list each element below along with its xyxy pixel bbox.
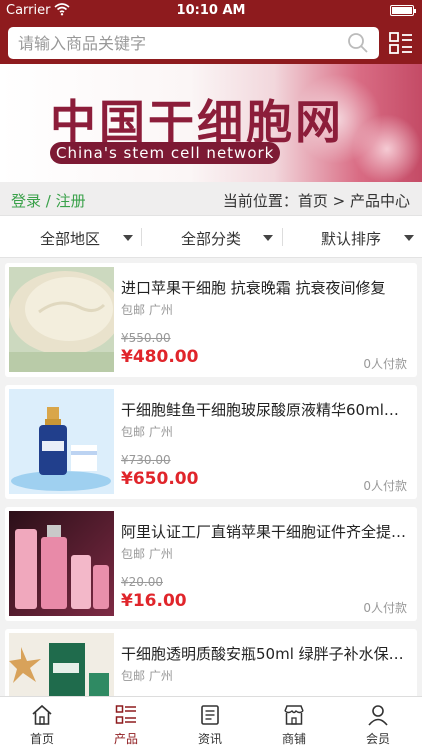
banner-decoration	[352, 114, 422, 182]
tab-news[interactable]: 资讯	[168, 697, 252, 750]
product-shipping: 包邮 广州	[121, 425, 173, 439]
bottom-tab-bar: 首页 产品 资讯 商铺 会员	[0, 696, 422, 750]
shop-icon	[284, 705, 304, 725]
category-menu-icon[interactable]	[388, 30, 414, 56]
filter-bar: 全部地区 全部分类 默认排序	[0, 216, 422, 258]
product-card[interactable]: 进口苹果干细胞 抗衰晚霜 抗衰夜间修复 包邮 广州 ¥550.00 ¥480.0…	[5, 263, 417, 377]
product-card[interactable]: 阿里认证工厂直销苹果干细胞证件齐全提… 包邮 广州 ¥20.00 ¥16.00 …	[5, 507, 417, 621]
product-sales-count: 0人付款	[363, 601, 407, 615]
tab-label: 商铺	[281, 732, 306, 746]
tab-label: 产品	[113, 732, 138, 746]
product-shipping: 包邮 广州	[121, 547, 173, 561]
product-title[interactable]: 进口苹果干细胞 抗衰晚霜 抗衰夜间修复	[121, 277, 409, 298]
product-sales-count: 0人付款	[363, 479, 407, 493]
tab-label: 会员	[365, 732, 390, 746]
product-card[interactable]: 干细胞鲑鱼干细胞玻尿酸原液精华60ml… 包邮 广州 ¥730.00 ¥650.…	[5, 385, 417, 499]
user-icon	[368, 705, 388, 726]
breadcrumb[interactable]: 当前位置：首页 > 产品中心	[223, 190, 410, 211]
tab-label: 资讯	[197, 732, 222, 746]
filter-sort[interactable]: 默认排序	[282, 216, 422, 258]
home-icon	[32, 704, 52, 725]
product-title[interactable]: 干细胞透明质酸安瓶50ml 绿胖子补水保…	[121, 643, 409, 664]
filter-label: 默认排序	[321, 230, 382, 248]
product-list[interactable]: 进口苹果干细胞 抗衰晚霜 抗衰夜间修复 包邮 广州 ¥550.00 ¥480.0…	[0, 259, 422, 696]
status-bar: Carrier 10:10 AM	[0, 0, 422, 22]
login-register-link[interactable]: 登录 / 注册	[11, 190, 86, 211]
filter-label: 全部分类	[181, 230, 242, 248]
product-image[interactable]	[9, 511, 114, 616]
product-title[interactable]: 阿里认证工厂直销苹果干细胞证件齐全提…	[121, 521, 409, 542]
tab-home[interactable]: 首页	[0, 697, 84, 750]
product-image[interactable]	[9, 633, 114, 696]
product-price: ¥16.00	[121, 591, 187, 611]
search-icon[interactable]	[347, 32, 369, 54]
search-box[interactable]	[8, 27, 379, 59]
product-shipping: 包邮 广州	[121, 669, 173, 683]
product-price: ¥650.00	[121, 469, 199, 489]
site-banner[interactable]: 中国干细胞网 China's stem cell network	[0, 64, 422, 182]
breadcrumb-bar: 登录 / 注册 当前位置：首页 > 产品中心	[0, 182, 422, 216]
list-icon	[115, 705, 136, 724]
banner-title-en: China's stem cell network	[50, 142, 281, 164]
product-title[interactable]: 干细胞鲑鱼干细胞玻尿酸原液精华60ml…	[121, 399, 409, 420]
battery-icon	[390, 5, 416, 16]
product-shipping: 包邮 广州	[121, 303, 173, 317]
dropdown-arrow-icon	[263, 235, 273, 241]
dropdown-arrow-icon	[404, 235, 414, 241]
status-time: 10:10 AM	[176, 3, 246, 18]
tab-member[interactable]: 会员	[336, 697, 420, 750]
product-image[interactable]	[9, 267, 114, 372]
tab-shops[interactable]: 商铺	[252, 697, 336, 750]
app-header: Carrier 10:10 AM	[0, 0, 422, 64]
product-original-price: ¥730.00	[121, 453, 171, 467]
news-icon	[201, 705, 219, 725]
product-card[interactable]: 干细胞透明质酸安瓶50ml 绿胖子补水保… 包邮 广州	[5, 629, 417, 696]
dropdown-arrow-icon	[123, 235, 133, 241]
product-original-price: ¥20.00	[121, 575, 163, 589]
filter-label: 全部地区	[40, 230, 101, 248]
product-sales-count: 0人付款	[363, 357, 407, 371]
tab-label: 首页	[29, 732, 54, 746]
search-input[interactable]	[18, 27, 338, 59]
product-price: ¥480.00	[121, 347, 199, 367]
filter-category[interactable]: 全部分类	[141, 216, 281, 258]
product-original-price: ¥550.00	[121, 331, 171, 345]
product-image[interactable]	[9, 389, 114, 494]
tab-products[interactable]: 产品	[84, 697, 168, 750]
filter-region[interactable]: 全部地区	[0, 216, 140, 258]
